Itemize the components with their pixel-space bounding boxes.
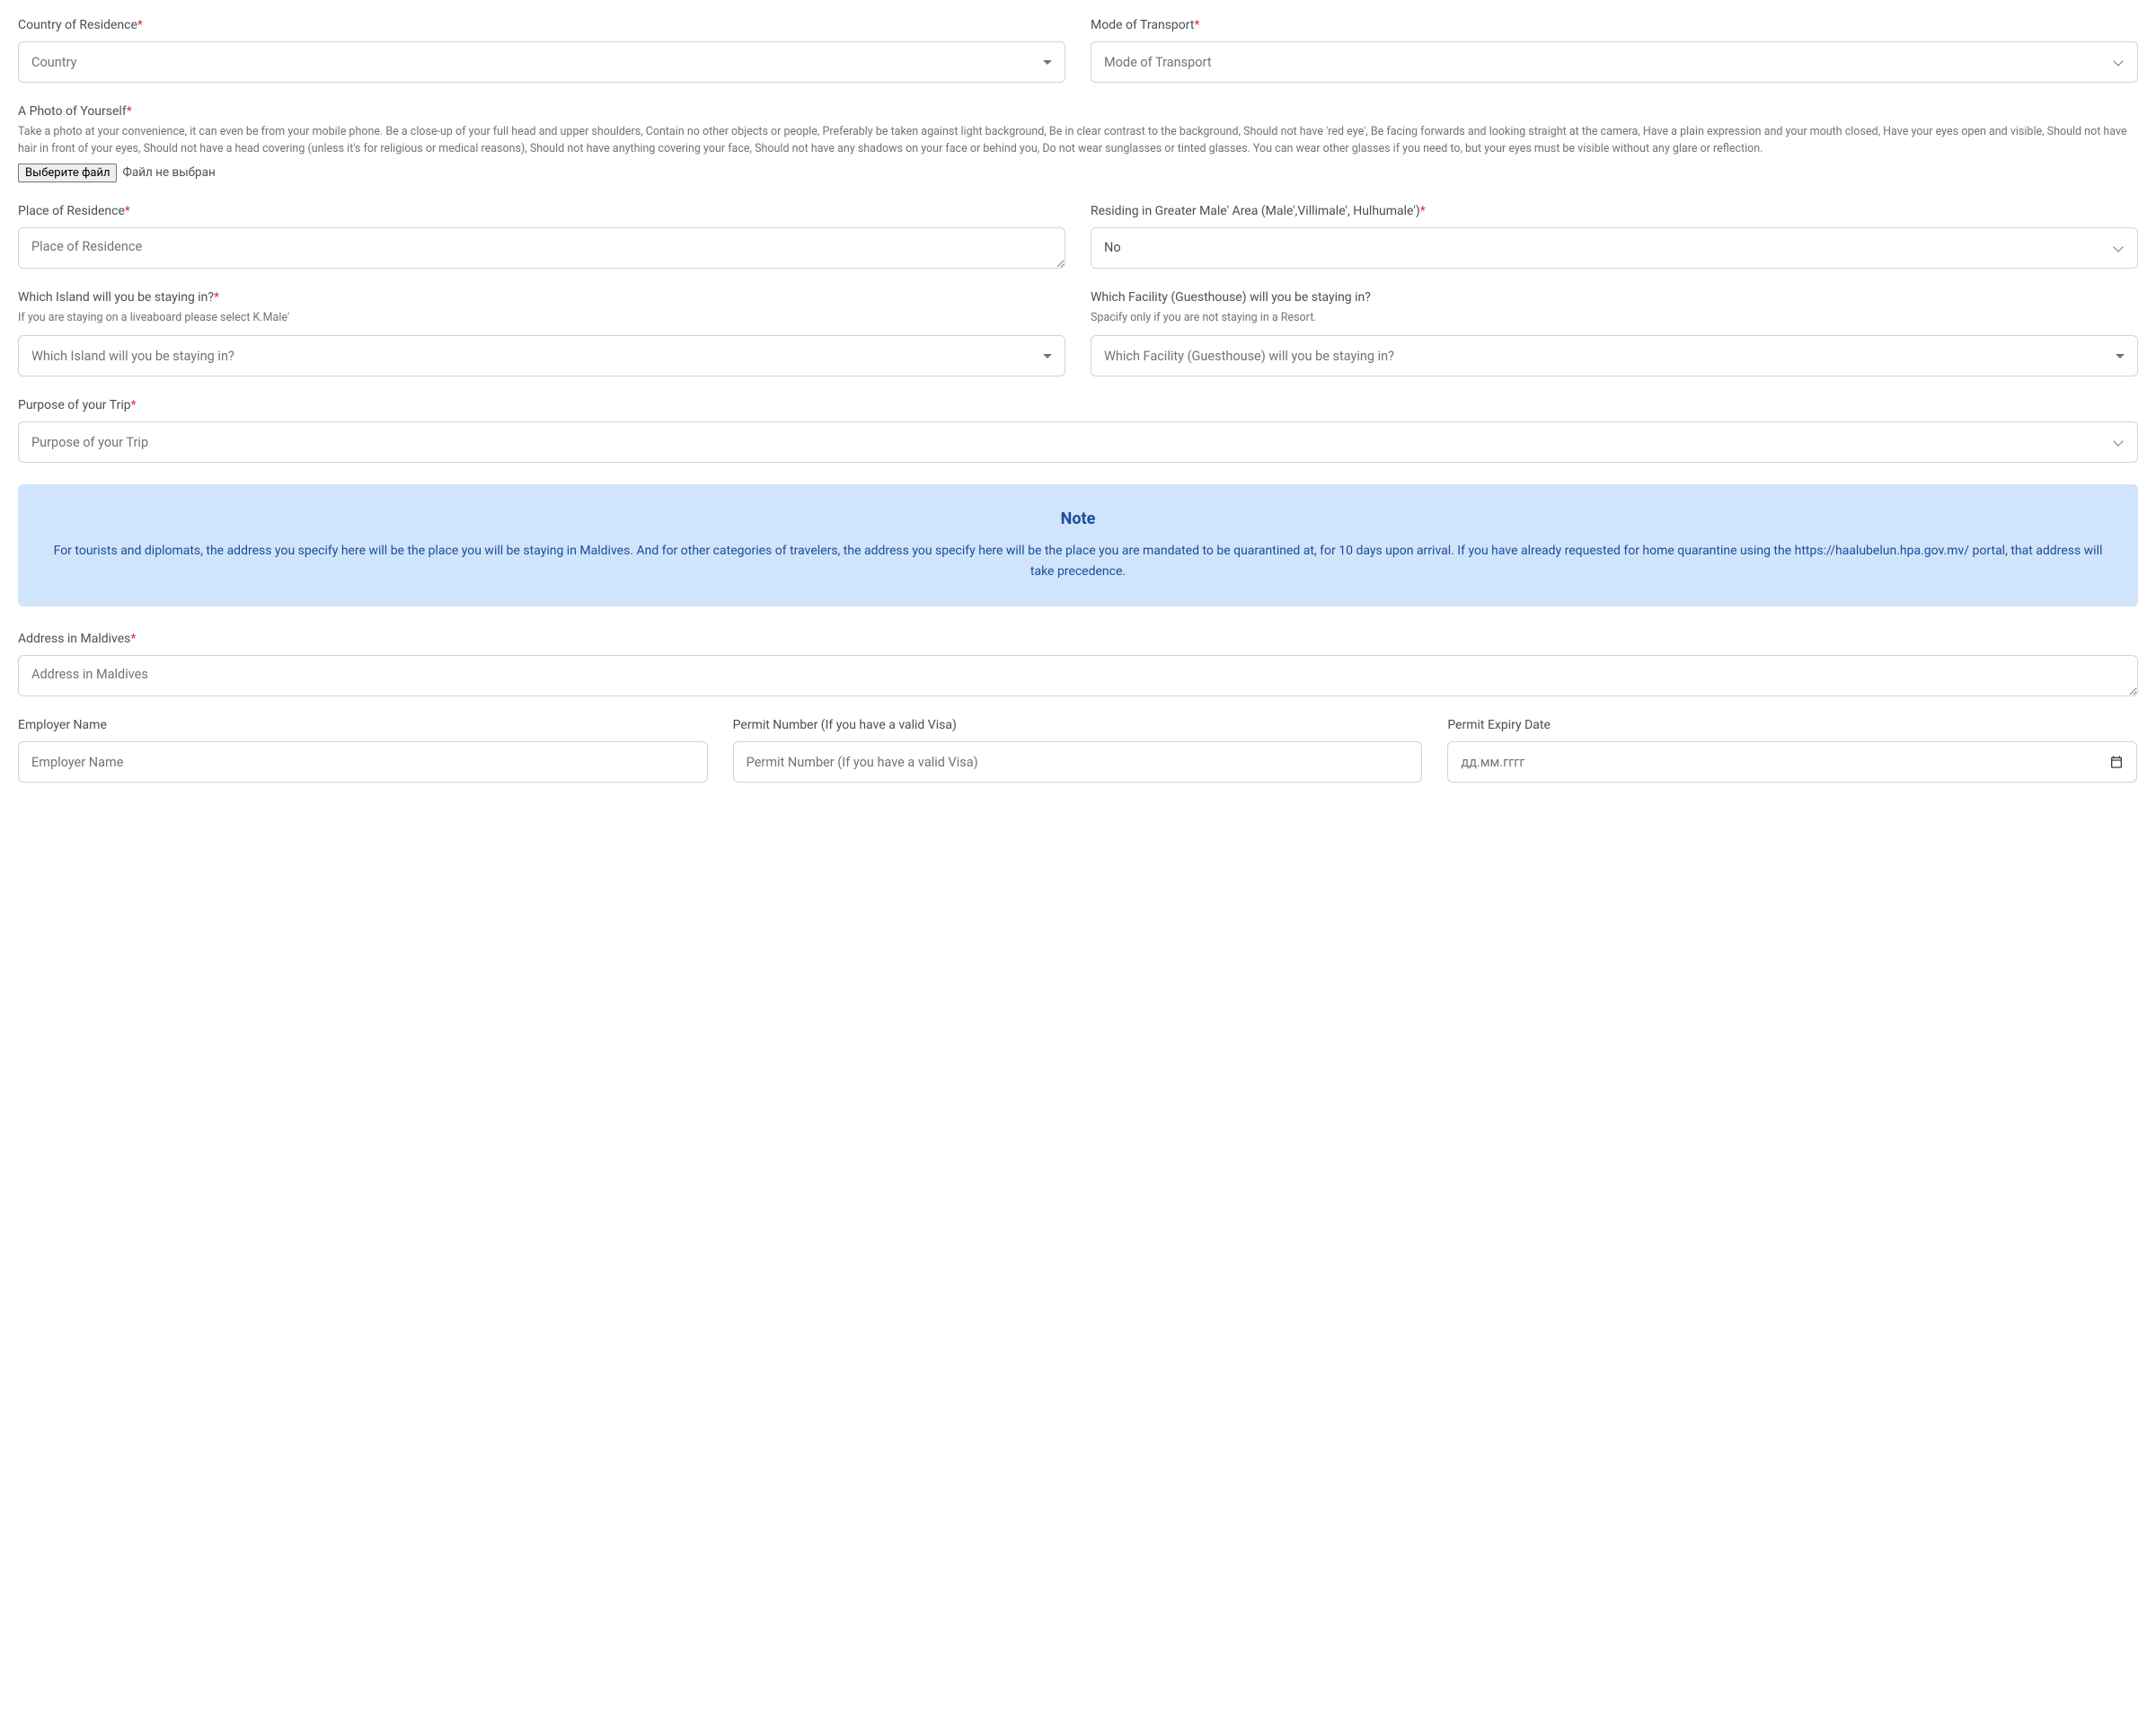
- field-facility: Which Facility (Guesthouse) will you be …: [1091, 290, 2138, 377]
- greater-male-select[interactable]: No: [1091, 227, 2138, 269]
- required-mark: *: [1194, 18, 1199, 32]
- file-status: Файл не выбран: [122, 165, 215, 180]
- field-address-maldives: Address in Maldives*: [18, 632, 2138, 696]
- island-select[interactable]: Which Island will you be staying in?: [18, 335, 1065, 376]
- chevron-down-icon: [2112, 436, 2125, 448]
- island-help: If you are staying on a liveaboard pleas…: [18, 310, 1065, 327]
- field-permit-expiry: Permit Expiry Date дд.мм.гггг: [1447, 718, 2137, 783]
- chevron-down-icon: [1043, 354, 1052, 359]
- note-box: Note For tourists and diplomats, the add…: [18, 484, 2138, 607]
- photo-label: A Photo of Yourself*: [18, 104, 2138, 119]
- facility-help: Spacify only if you are not staying in a…: [1091, 310, 2138, 327]
- island-label: Which Island will you be staying in?*: [18, 290, 1065, 305]
- required-mark: *: [125, 204, 130, 218]
- purpose-select[interactable]: Purpose of your Trip: [18, 421, 2138, 463]
- country-select[interactable]: Country: [18, 41, 1065, 83]
- residence-textarea[interactable]: [18, 227, 1065, 269]
- required-mark: *: [131, 398, 137, 412]
- country-label: Country of Residence*: [18, 18, 1065, 32]
- photo-help: Take a photo at your convenience, it can…: [18, 124, 2138, 158]
- facility-select[interactable]: Which Facility (Guesthouse) will you be …: [1091, 335, 2138, 376]
- required-mark: *: [137, 18, 143, 32]
- permit-number-input[interactable]: [733, 741, 1423, 783]
- address-label: Address in Maldives*: [18, 632, 2138, 646]
- employer-input[interactable]: [18, 741, 708, 783]
- required-mark: *: [130, 632, 136, 646]
- required-mark: *: [1420, 204, 1426, 218]
- permit-number-label: Permit Number (If you have a valid Visa): [733, 718, 1423, 732]
- facility-label: Which Facility (Guesthouse) will you be …: [1091, 290, 2138, 305]
- employer-label: Employer Name: [18, 718, 708, 732]
- chevron-down-icon: [1043, 60, 1052, 65]
- choose-file-button[interactable]: Выберите файл: [18, 164, 117, 182]
- field-permit-number: Permit Number (If you have a valid Visa): [733, 718, 1423, 783]
- note-title: Note: [50, 509, 2106, 528]
- field-island: Which Island will you be staying in?* If…: [18, 290, 1065, 377]
- field-purpose: Purpose of your Trip* Purpose of your Tr…: [18, 398, 2138, 463]
- chevron-down-icon: [2112, 56, 2125, 68]
- field-photo: A Photo of Yourself* Take a photo at you…: [18, 104, 2138, 182]
- field-greater-male: Residing in Greater Male' Area (Male',Vi…: [1091, 204, 2138, 269]
- field-mode-of-transport: Mode of Transport* Mode of Transport: [1091, 18, 2138, 83]
- field-place-of-residence: Place of Residence*: [18, 204, 1065, 269]
- address-textarea[interactable]: [18, 655, 2138, 696]
- calendar-icon: [2109, 755, 2124, 769]
- required-mark: *: [214, 290, 219, 305]
- greater-male-label: Residing in Greater Male' Area (Male',Vi…: [1091, 204, 2138, 218]
- required-mark: *: [127, 104, 132, 119]
- transport-select[interactable]: Mode of Transport: [1091, 41, 2138, 83]
- chevron-down-icon: [2112, 242, 2125, 254]
- chevron-down-icon: [2116, 354, 2125, 359]
- transport-label: Mode of Transport*: [1091, 18, 2138, 32]
- permit-expiry-label: Permit Expiry Date: [1447, 718, 2137, 732]
- purpose-label: Purpose of your Trip*: [18, 398, 2138, 412]
- field-employer-name: Employer Name: [18, 718, 708, 783]
- note-body: For tourists and diplomats, the address …: [50, 541, 2106, 581]
- permit-expiry-input[interactable]: дд.мм.гггг: [1447, 741, 2137, 783]
- residence-label: Place of Residence*: [18, 204, 1065, 218]
- field-country-of-residence: Country of Residence* Country: [18, 18, 1065, 83]
